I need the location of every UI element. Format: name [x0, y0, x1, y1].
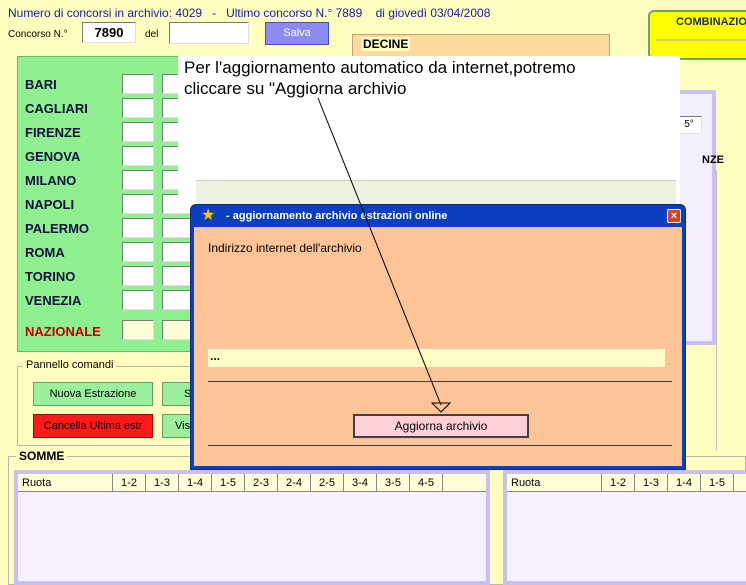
dialog-title: - aggiornamento archivio estrazioni onli… — [223, 210, 448, 222]
nuova-estrazione-button[interactable]: Nuova Estrazione — [33, 382, 153, 406]
ruota-label: BARI — [25, 77, 57, 92]
cancella-ultima-estrazione-button[interactable]: Cancella Ultima estr — [33, 414, 153, 438]
column-header: 3-5 — [377, 474, 410, 491]
combinazioni-panel: COMBINAZIO — [648, 10, 746, 60]
concorso-number-input[interactable]: 7890 — [82, 22, 136, 43]
somme-title: SOMME — [16, 449, 68, 463]
column-header: 3-4 — [344, 474, 377, 491]
column-header: 1-4 — [668, 474, 701, 491]
ruota-label: GENOVA — [25, 149, 81, 164]
callout-line-1: Per l'aggiornamento automatico da intern… — [184, 58, 576, 77]
ruota-number-input[interactable] — [122, 194, 154, 214]
column-header: 1-3 — [635, 474, 668, 491]
somme-grid-left: Ruota 1-2 1-3 1-4 1-5 2-3 2-4 2-5 3-4 3-5 4-5 — [14, 470, 490, 585]
ruota-label: ROMA — [25, 245, 65, 260]
somme-grid-left-header: Ruota 1-2 1-3 1-4 1-5 2-3 2-4 2-5 3-4 3-5 4-5 — [18, 474, 486, 492]
star-app-icon: ★ — [201, 207, 216, 224]
column-header: 2-5 — [311, 474, 344, 491]
ruota-number-input[interactable] — [122, 290, 154, 310]
column-header: Ruota — [507, 474, 602, 491]
callout-line-2: cliccare su "Aggiorna archivio — [184, 79, 407, 98]
column-header: 1-4 — [179, 474, 212, 491]
aggiornamento-dialog: ★ - aggiornamento archivio estrazioni on… — [190, 204, 686, 470]
ruota-number-input[interactable] — [122, 218, 154, 238]
ruota-label-nazionale: NAZIONALE — [25, 324, 101, 339]
ruota-number-input[interactable] — [122, 98, 154, 118]
decine-title: DECINE — [361, 37, 411, 51]
right-grid-area — [716, 170, 746, 450]
ruota-number-input[interactable] — [122, 242, 154, 262]
ruota-label: FIRENZE — [25, 125, 81, 140]
dialog-title-bar: ★ - aggiornamento archivio estrazioni on… — [191, 205, 685, 227]
ruota-number-input[interactable] — [122, 74, 154, 94]
archive-info: Numero di concorsi in archivio: 4029 - U… — [8, 6, 491, 20]
ruota-number-input[interactable] — [122, 266, 154, 286]
decine-panel: DECINE — [352, 34, 610, 58]
date-input[interactable] — [169, 22, 249, 44]
column-header: Ruota — [18, 474, 113, 491]
column-header: 2-4 — [278, 474, 311, 491]
ruota-label: MILANO — [25, 173, 77, 188]
column-header: 1-3 — [146, 474, 179, 491]
ruota-label: CAGLIARI — [25, 101, 88, 116]
ruota-label: PALERMO — [25, 221, 90, 236]
combinazioni-divider — [656, 39, 746, 41]
divider-line — [208, 381, 672, 382]
column-header: 1-2 — [602, 474, 635, 491]
concorso-label: Concorso N.° — [8, 29, 68, 40]
indirizzo-label: Indirizzo internet dell'archivio — [208, 241, 362, 255]
salva-button[interactable]: Salva — [265, 22, 329, 45]
del-label: del — [145, 29, 159, 40]
ruota-label: TORINO — [25, 269, 76, 284]
dialog-body: Indirizzo internet dell'archivio ... Agg… — [194, 227, 682, 466]
somme-grid-right: Ruota 1-2 1-3 1-4 1-5 — [503, 470, 746, 585]
close-icon[interactable]: × — [667, 209, 681, 223]
ruota-number-input[interactable] — [122, 122, 154, 142]
aggiorna-archivio-button[interactable]: Aggiorna archivio — [353, 414, 529, 438]
pannello-comandi-title: Pannello comandi — [23, 359, 117, 371]
column-header: 2-3 — [245, 474, 278, 491]
nze-label: NZE — [702, 154, 724, 166]
column-header: 4-5 — [410, 474, 443, 491]
nazionale-number-input[interactable] — [122, 320, 154, 340]
ruota-label: VENEZIA — [25, 293, 82, 308]
ruota-number-input[interactable] — [122, 170, 154, 190]
combinazioni-title: COMBINAZIO — [676, 16, 746, 28]
column-header: 1-5 — [701, 474, 734, 491]
somme-grid-right-header: Ruota 1-2 1-3 1-4 1-5 — [507, 474, 746, 492]
divider-line — [208, 445, 672, 446]
column-header: 1-2 — [113, 474, 146, 491]
url-input[interactable]: ... — [208, 349, 665, 367]
ruota-number-input[interactable] — [122, 146, 154, 166]
ruota-label: NAPOLI — [25, 197, 75, 212]
column-header: 1-5 — [212, 474, 245, 491]
hidden-grid-strip — [196, 180, 676, 204]
